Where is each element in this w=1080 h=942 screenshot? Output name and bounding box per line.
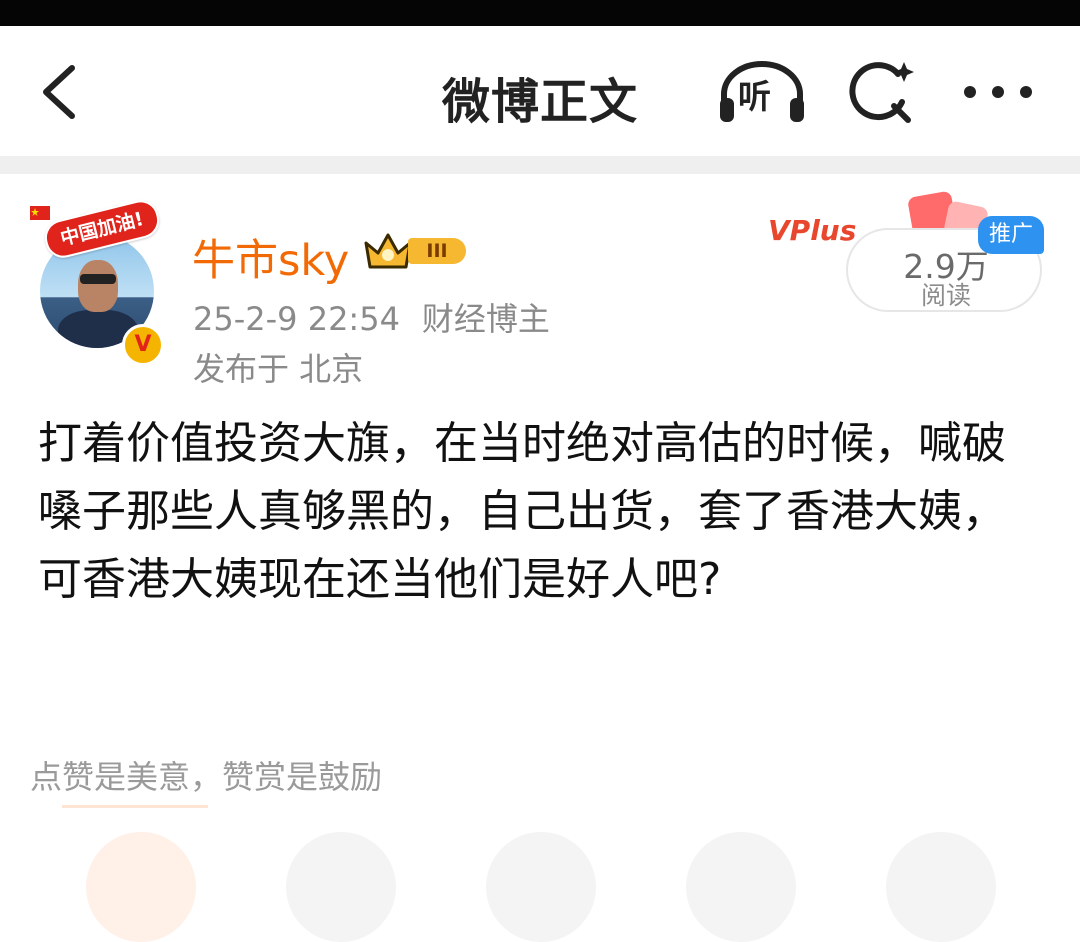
reward-avatar[interactable] [486, 832, 596, 942]
status-bar [0, 0, 1080, 26]
verified-badge: V [122, 324, 164, 366]
top-nav-bar: 微博正文 听 [0, 26, 1080, 156]
reward-divider [62, 805, 208, 808]
reward-avatar[interactable] [886, 832, 996, 942]
listen-button[interactable]: 听 [716, 60, 808, 124]
crown-icon [364, 233, 412, 269]
sunglasses-detail [80, 274, 116, 284]
member-level-value: III [408, 238, 466, 264]
reward-avatar-row [0, 826, 1080, 942]
reward-avatar[interactable] [686, 832, 796, 942]
read-label: 阅读 [920, 281, 971, 310]
search-button[interactable] [846, 60, 916, 126]
more-options-button[interactable] [960, 74, 1036, 110]
reward-prompt: 点赞是美意，赞赏是鼓励 [30, 758, 383, 796]
more-dots-icon [964, 86, 1032, 98]
listen-label: 听 [738, 77, 771, 116]
post-body-text: 打着价值投资大旗，在当时绝对高估的时候，喊破嗓子那些人真够黑的，自己出货，套了香… [38, 418, 1006, 605]
section-divider [0, 156, 1080, 174]
member-level-badge[interactable]: III [362, 229, 478, 273]
post-location: 发布于 北京 [193, 350, 364, 388]
back-button[interactable] [36, 64, 86, 120]
page-title: 微博正文 [441, 74, 638, 130]
author-avatar[interactable]: 中国加油! V [30, 196, 164, 366]
author-tag: 财经博主 [421, 300, 550, 338]
reward-avatar[interactable] [86, 832, 196, 942]
reward-avatar[interactable] [286, 832, 396, 942]
china-flag-icon [30, 206, 50, 220]
post-meta: 25-2-9 22:54 财经博主 [193, 294, 550, 340]
post-timestamp: 25-2-9 22:54 [193, 300, 400, 338]
weibo-post: 中国加油! V 牛市sky III 25-2-9 22:54 财经博主 发布于 北… [0, 174, 1080, 942]
ad-tag: 推广 [978, 216, 1044, 254]
chevron-left-icon [43, 65, 75, 119]
vplus-logo: VPlus [768, 214, 857, 247]
author-name[interactable]: 牛市sky [192, 226, 349, 288]
search-sparkle-icon [849, 62, 914, 123]
